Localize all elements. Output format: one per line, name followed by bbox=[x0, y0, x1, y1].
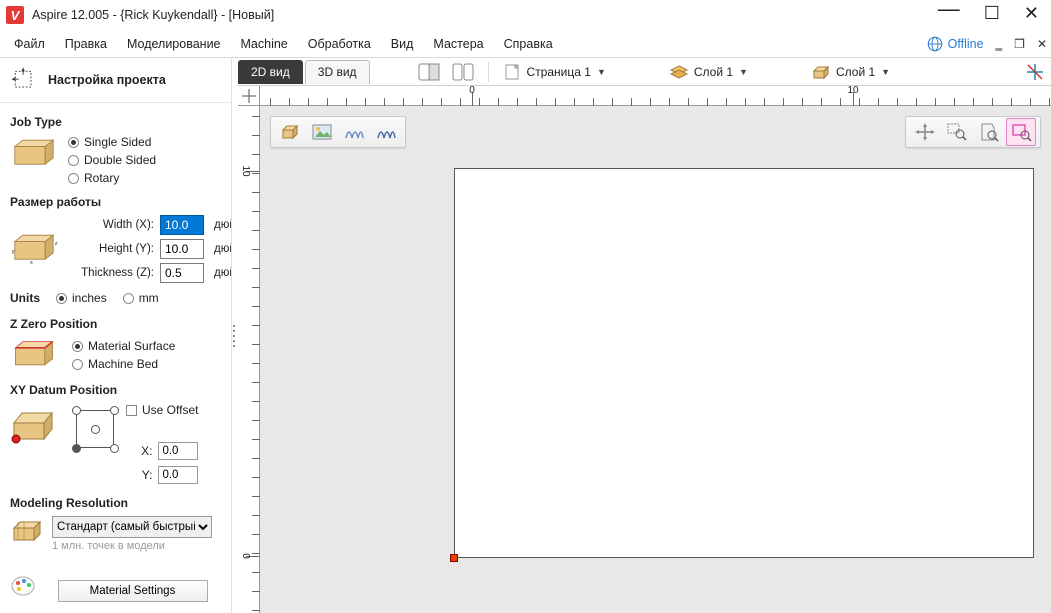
zzero-title: Z Zero Position bbox=[10, 317, 221, 331]
pan-icon[interactable] bbox=[910, 118, 940, 146]
width-label: Width (X): bbox=[76, 219, 154, 231]
material-outline[interactable] bbox=[454, 168, 1034, 558]
width-input[interactable] bbox=[160, 215, 204, 235]
menu-help[interactable]: Справка bbox=[494, 33, 563, 55]
ruler-origin[interactable] bbox=[238, 86, 260, 106]
radio-material-surface[interactable]: Material Surface bbox=[72, 339, 175, 353]
menu-file[interactable]: Файл bbox=[4, 33, 55, 55]
datum-slab-icon bbox=[10, 403, 54, 455]
zoom-window-icon[interactable] bbox=[942, 118, 972, 146]
xydatum-title: XY Datum Position bbox=[10, 383, 221, 397]
layout-split-icon[interactable] bbox=[446, 61, 480, 83]
datum-picker[interactable] bbox=[62, 403, 118, 459]
layout-single-icon[interactable] bbox=[412, 61, 446, 83]
zoom-selection-icon[interactable] bbox=[1006, 118, 1036, 146]
panel-title: Настройка проекта bbox=[48, 73, 166, 87]
view-tabbar: 2D вид 3D вид Страница 1▼ Слой 1▼ Слой 1… bbox=[238, 58, 1051, 86]
radio-single-sided[interactable]: Single Sided bbox=[68, 135, 156, 149]
page-icon bbox=[503, 63, 523, 81]
menu-gadgets[interactable]: Мастера bbox=[423, 33, 493, 55]
menu-edit[interactable]: Правка bbox=[55, 33, 117, 55]
minimize-button[interactable]: — bbox=[938, 0, 960, 20]
zoom-fit-icon[interactable] bbox=[974, 118, 1004, 146]
menu-view[interactable]: Вид bbox=[381, 33, 424, 55]
x-offset-label: X: bbox=[141, 444, 152, 458]
svg-text:z: z bbox=[55, 240, 58, 246]
layer-b-dropdown[interactable]: Слой 1▼ bbox=[804, 61, 896, 83]
mdi-restore[interactable]: ❐ bbox=[1014, 37, 1025, 51]
tab-3d-view[interactable]: 3D вид bbox=[305, 60, 370, 84]
mdi-close[interactable]: ✕ bbox=[1037, 37, 1047, 51]
y-offset-label: Y: bbox=[142, 468, 153, 482]
radio-machine-bed[interactable]: Machine Bed bbox=[72, 357, 175, 371]
radio-inches[interactable]: inches bbox=[56, 291, 107, 305]
mdi-minimize[interactable]: ‗ bbox=[996, 37, 1003, 51]
width-unit: дюйм bbox=[214, 219, 231, 231]
toolpath-a-icon[interactable] bbox=[339, 118, 369, 146]
radio-double-sided[interactable]: Double Sided bbox=[68, 153, 156, 167]
palette-icon bbox=[10, 575, 36, 597]
thickness-unit: дюйм bbox=[214, 267, 231, 279]
app-icon: V bbox=[6, 6, 24, 24]
toolpath-b-icon[interactable] bbox=[371, 118, 401, 146]
maximize-button[interactable]: ☐ bbox=[984, 4, 1000, 26]
size-title: Размер работы bbox=[10, 195, 221, 209]
user-name: {Rick Kuykendall} bbox=[120, 8, 217, 22]
image-icon[interactable] bbox=[307, 118, 337, 146]
height-label: Height (Y): bbox=[76, 243, 154, 255]
resolution-icon bbox=[10, 516, 44, 546]
page-dropdown[interactable]: Страница 1▼ bbox=[497, 61, 612, 83]
resolution-select[interactable]: Стандарт (самый быстрый) bbox=[52, 516, 212, 538]
doc-name: [Новый] bbox=[229, 8, 275, 22]
horizontal-ruler[interactable]: 010 bbox=[260, 86, 1051, 106]
height-input[interactable] bbox=[160, 239, 204, 259]
offline-status[interactable]: Offline bbox=[926, 35, 984, 53]
material-settings-button[interactable]: Material Settings bbox=[58, 580, 208, 602]
zzero-icon bbox=[10, 337, 58, 371]
close-button[interactable]: ✕ bbox=[1024, 4, 1039, 26]
project-setup-panel: Настройка проекта Job Type Single Sided … bbox=[0, 58, 232, 613]
jobtype-cube-icon bbox=[10, 135, 58, 171]
vertical-ruler[interactable]: 100 bbox=[238, 106, 260, 613]
menu-model[interactable]: Моделирование bbox=[117, 33, 231, 55]
menu-process[interactable]: Обработка bbox=[298, 33, 381, 55]
y-offset-input[interactable] bbox=[158, 466, 198, 484]
menu-machine[interactable]: Machine bbox=[231, 33, 298, 55]
canvas[interactable] bbox=[264, 110, 1047, 609]
menubar: Файл Правка Моделирование Machine Обрабо… bbox=[0, 30, 1051, 58]
thickness-input[interactable] bbox=[160, 263, 204, 283]
svg-text:y: y bbox=[12, 248, 15, 254]
snap-toggle-icon[interactable] bbox=[1019, 60, 1051, 84]
height-unit: дюйм bbox=[214, 243, 231, 255]
radio-rotary[interactable]: Rotary bbox=[68, 171, 156, 185]
origin-handle[interactable] bbox=[450, 554, 458, 562]
tab-2d-view[interactable]: 2D вид bbox=[238, 60, 303, 84]
view-toolbar-left bbox=[270, 116, 406, 148]
modelres-title: Modeling Resolution bbox=[10, 496, 221, 510]
units-title: Units bbox=[10, 291, 40, 305]
globe-icon bbox=[926, 35, 944, 53]
svg-text:x: x bbox=[30, 260, 33, 266]
setup-icon bbox=[10, 66, 38, 94]
radio-mm[interactable]: mm bbox=[123, 291, 159, 305]
canvas-area: 010 100 bbox=[238, 86, 1051, 613]
checkbox-use-offset[interactable]: Use Offset bbox=[126, 403, 198, 417]
app-name: Aspire 12.005 bbox=[32, 8, 109, 22]
resolution-hint: 1 млн. точек в модели bbox=[52, 540, 212, 552]
layer-a-dropdown[interactable]: Слой 1▼ bbox=[662, 61, 754, 83]
thickness-label: Thickness (Z): bbox=[76, 267, 154, 279]
size-cube-icon: z x y bbox=[10, 230, 58, 266]
x-offset-input[interactable] bbox=[158, 442, 198, 460]
view-toolbar-right bbox=[905, 116, 1041, 148]
jobtype-title: Job Type bbox=[10, 115, 221, 129]
titlebar: V Aspire 12.005 - {Rick Kuykendall} - [Н… bbox=[0, 0, 1051, 30]
layerbox-icon bbox=[810, 63, 832, 81]
layers-icon bbox=[668, 63, 690, 81]
3d-preview-icon[interactable] bbox=[275, 118, 305, 146]
